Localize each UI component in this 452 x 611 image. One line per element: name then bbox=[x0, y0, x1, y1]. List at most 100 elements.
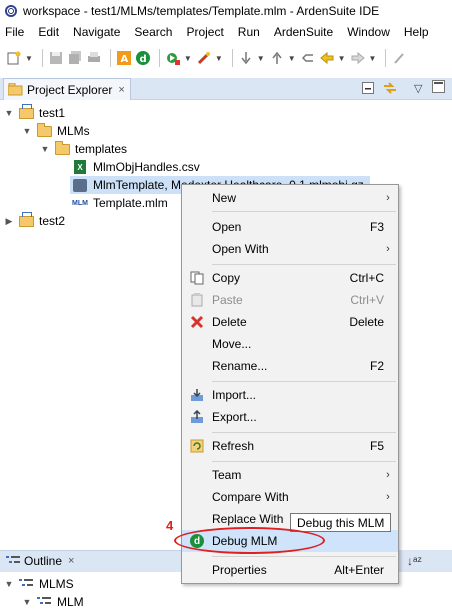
menu-item-import[interactable]: Import... bbox=[182, 384, 398, 406]
menu-item-label: Rename... bbox=[212, 359, 268, 373]
menu-item-rename[interactable]: Rename... F2 bbox=[182, 355, 398, 377]
last-edit-icon[interactable] bbox=[300, 50, 316, 66]
view-menu-icon[interactable]: ▽ bbox=[414, 82, 422, 95]
svg-text:d: d bbox=[139, 54, 146, 65]
tree-item-templates[interactable]: ▼ templates bbox=[40, 140, 127, 158]
outline-label: Outline bbox=[24, 554, 63, 568]
toolbar-separator bbox=[41, 49, 43, 67]
menu-item-shortcut: Ctrl+C bbox=[349, 271, 384, 285]
main-toolbar: ▼ A d ▼ ▼ ▼ ▼ ▼ ▼ bbox=[0, 44, 452, 72]
submenu-arrow-icon: › bbox=[386, 192, 390, 204]
folder-icon bbox=[36, 122, 52, 138]
prev-annotation-icon[interactable] bbox=[269, 50, 285, 66]
toolbar-separator bbox=[158, 49, 160, 67]
menu-project[interactable]: Project bbox=[181, 25, 228, 39]
copy-icon bbox=[182, 271, 212, 285]
prev-annotation-dropdown-icon[interactable]: ▼ bbox=[288, 54, 296, 63]
expanded-chevron-icon[interactable]: ▼ bbox=[4, 579, 14, 589]
outline-item-mlms[interactable]: ▼ MLMS bbox=[4, 575, 74, 593]
menu-item-delete[interactable]: Delete Delete bbox=[182, 311, 398, 333]
toolbar-separator bbox=[109, 49, 111, 67]
menu-item-refresh[interactable]: Refresh F5 bbox=[182, 435, 398, 457]
save-all-icon[interactable] bbox=[67, 50, 83, 66]
expanded-chevron-icon[interactable]: ▼ bbox=[22, 597, 32, 607]
forward-icon[interactable] bbox=[350, 50, 366, 66]
next-annotation-icon[interactable] bbox=[238, 50, 254, 66]
project-icon bbox=[18, 211, 34, 228]
next-annotation-dropdown-icon[interactable]: ▼ bbox=[257, 54, 265, 63]
back-dropdown-icon[interactable]: ▼ bbox=[338, 54, 346, 63]
external-tools-icon[interactable] bbox=[196, 50, 212, 66]
pin-editor-icon[interactable] bbox=[391, 50, 407, 66]
expanded-chevron-icon[interactable]: ▼ bbox=[22, 126, 32, 136]
menu-help[interactable]: Help bbox=[399, 25, 434, 39]
menu-item-compare-with[interactable]: Compare With › bbox=[182, 486, 398, 508]
tree-item-test2[interactable]: ▶ test2 bbox=[4, 211, 66, 230]
close-icon[interactable]: × bbox=[68, 555, 74, 567]
external-tools-dropdown-icon[interactable]: ▼ bbox=[215, 54, 223, 63]
menu-item-label: Move... bbox=[212, 337, 252, 351]
expanded-chevron-icon[interactable]: ▼ bbox=[40, 144, 50, 154]
menu-item-export[interactable]: Export... bbox=[182, 406, 398, 428]
menu-item-shortcut: F3 bbox=[369, 220, 384, 234]
submenu-arrow-icon: › bbox=[386, 469, 390, 481]
tree-item-mlmobjhandles-csv[interactable]: X MlmObjHandles.csv bbox=[72, 158, 200, 176]
menu-file[interactable]: File bbox=[0, 25, 29, 39]
collapsed-chevron-icon[interactable]: ▶ bbox=[4, 216, 14, 227]
toolbar-separator bbox=[385, 49, 387, 67]
close-icon[interactable]: × bbox=[118, 84, 124, 96]
tree-item-label: templates bbox=[75, 142, 128, 156]
menu-item-label: Refresh bbox=[212, 439, 255, 453]
menu-item-label: Properties bbox=[212, 563, 267, 577]
minimize-icon[interactable] bbox=[362, 82, 374, 97]
run-icon[interactable] bbox=[165, 50, 181, 66]
expanded-chevron-icon[interactable]: ▼ bbox=[4, 108, 14, 118]
menu-separator bbox=[212, 211, 396, 212]
menu-run[interactable]: Run bbox=[233, 25, 265, 39]
menu-item-shortcut: Ctrl+V bbox=[350, 293, 384, 307]
eclipse-app-icon bbox=[5, 5, 17, 17]
outline-item-mlm[interactable]: ▼ MLM bbox=[22, 593, 84, 611]
run-dropdown-icon[interactable]: ▼ bbox=[184, 54, 192, 63]
title-bar: workspace - test1/MLMs/templates/Templat… bbox=[0, 0, 452, 22]
menu-navigate[interactable]: Navigate bbox=[68, 25, 125, 39]
maximize-icon[interactable] bbox=[432, 80, 446, 97]
forward-dropdown-icon[interactable]: ▼ bbox=[369, 54, 377, 63]
tree-item-template-mlm[interactable]: MLM Template.mlm bbox=[72, 194, 168, 212]
new-dropdown-icon[interactable]: ▼ bbox=[25, 54, 33, 63]
menu-item-label: New bbox=[212, 191, 237, 205]
menu-item-open[interactable]: Open F3 bbox=[182, 216, 398, 238]
menu-item-paste[interactable]: Paste Ctrl+V bbox=[182, 289, 398, 311]
menu-item-copy[interactable]: Copy Ctrl+C bbox=[182, 267, 398, 289]
sort-icon[interactable]: ↓ᵃᶻ bbox=[407, 554, 422, 568]
menu-item-properties[interactable]: Properties Alt+Enter bbox=[182, 559, 398, 581]
mlm-file-icon: MLM bbox=[72, 199, 88, 207]
menu-item-label: Open bbox=[212, 220, 242, 234]
menu-edit[interactable]: Edit bbox=[33, 25, 64, 39]
arden-debug-icon[interactable]: d bbox=[135, 50, 151, 66]
menu-bar: File Edit Navigate Search Project Run Ar… bbox=[0, 22, 452, 42]
tab-project-explorer[interactable]: Project Explorer × bbox=[3, 78, 131, 100]
menu-item-new[interactable]: New › bbox=[182, 187, 398, 209]
print-icon[interactable] bbox=[86, 50, 102, 66]
arden-a-icon[interactable]: A bbox=[116, 50, 132, 66]
menu-ardensuite[interactable]: ArdenSuite bbox=[269, 25, 338, 39]
back-icon[interactable] bbox=[319, 50, 335, 66]
menu-window[interactable]: Window bbox=[342, 25, 395, 39]
menu-item-move[interactable]: Move... bbox=[182, 333, 398, 355]
link-with-editor-icon[interactable] bbox=[382, 80, 398, 99]
menu-item-label: Delete bbox=[212, 315, 247, 329]
tree-item-mlms[interactable]: ▼ MLMs bbox=[22, 122, 90, 140]
new-icon[interactable] bbox=[6, 50, 22, 66]
paste-icon bbox=[182, 293, 212, 307]
save-icon[interactable] bbox=[48, 50, 64, 66]
tree-item-test1[interactable]: ▼ test1 bbox=[4, 103, 65, 122]
menu-item-team[interactable]: Team › bbox=[182, 464, 398, 486]
menu-search[interactable]: Search bbox=[129, 25, 177, 39]
menu-item-open-with[interactable]: Open With › bbox=[182, 238, 398, 260]
project-icon bbox=[18, 103, 34, 120]
tab-outline[interactable]: Outline × bbox=[3, 550, 87, 572]
tree-item-label: test2 bbox=[39, 214, 66, 228]
refresh-icon bbox=[182, 439, 212, 453]
tree-item-label: Template.mlm bbox=[93, 196, 168, 210]
